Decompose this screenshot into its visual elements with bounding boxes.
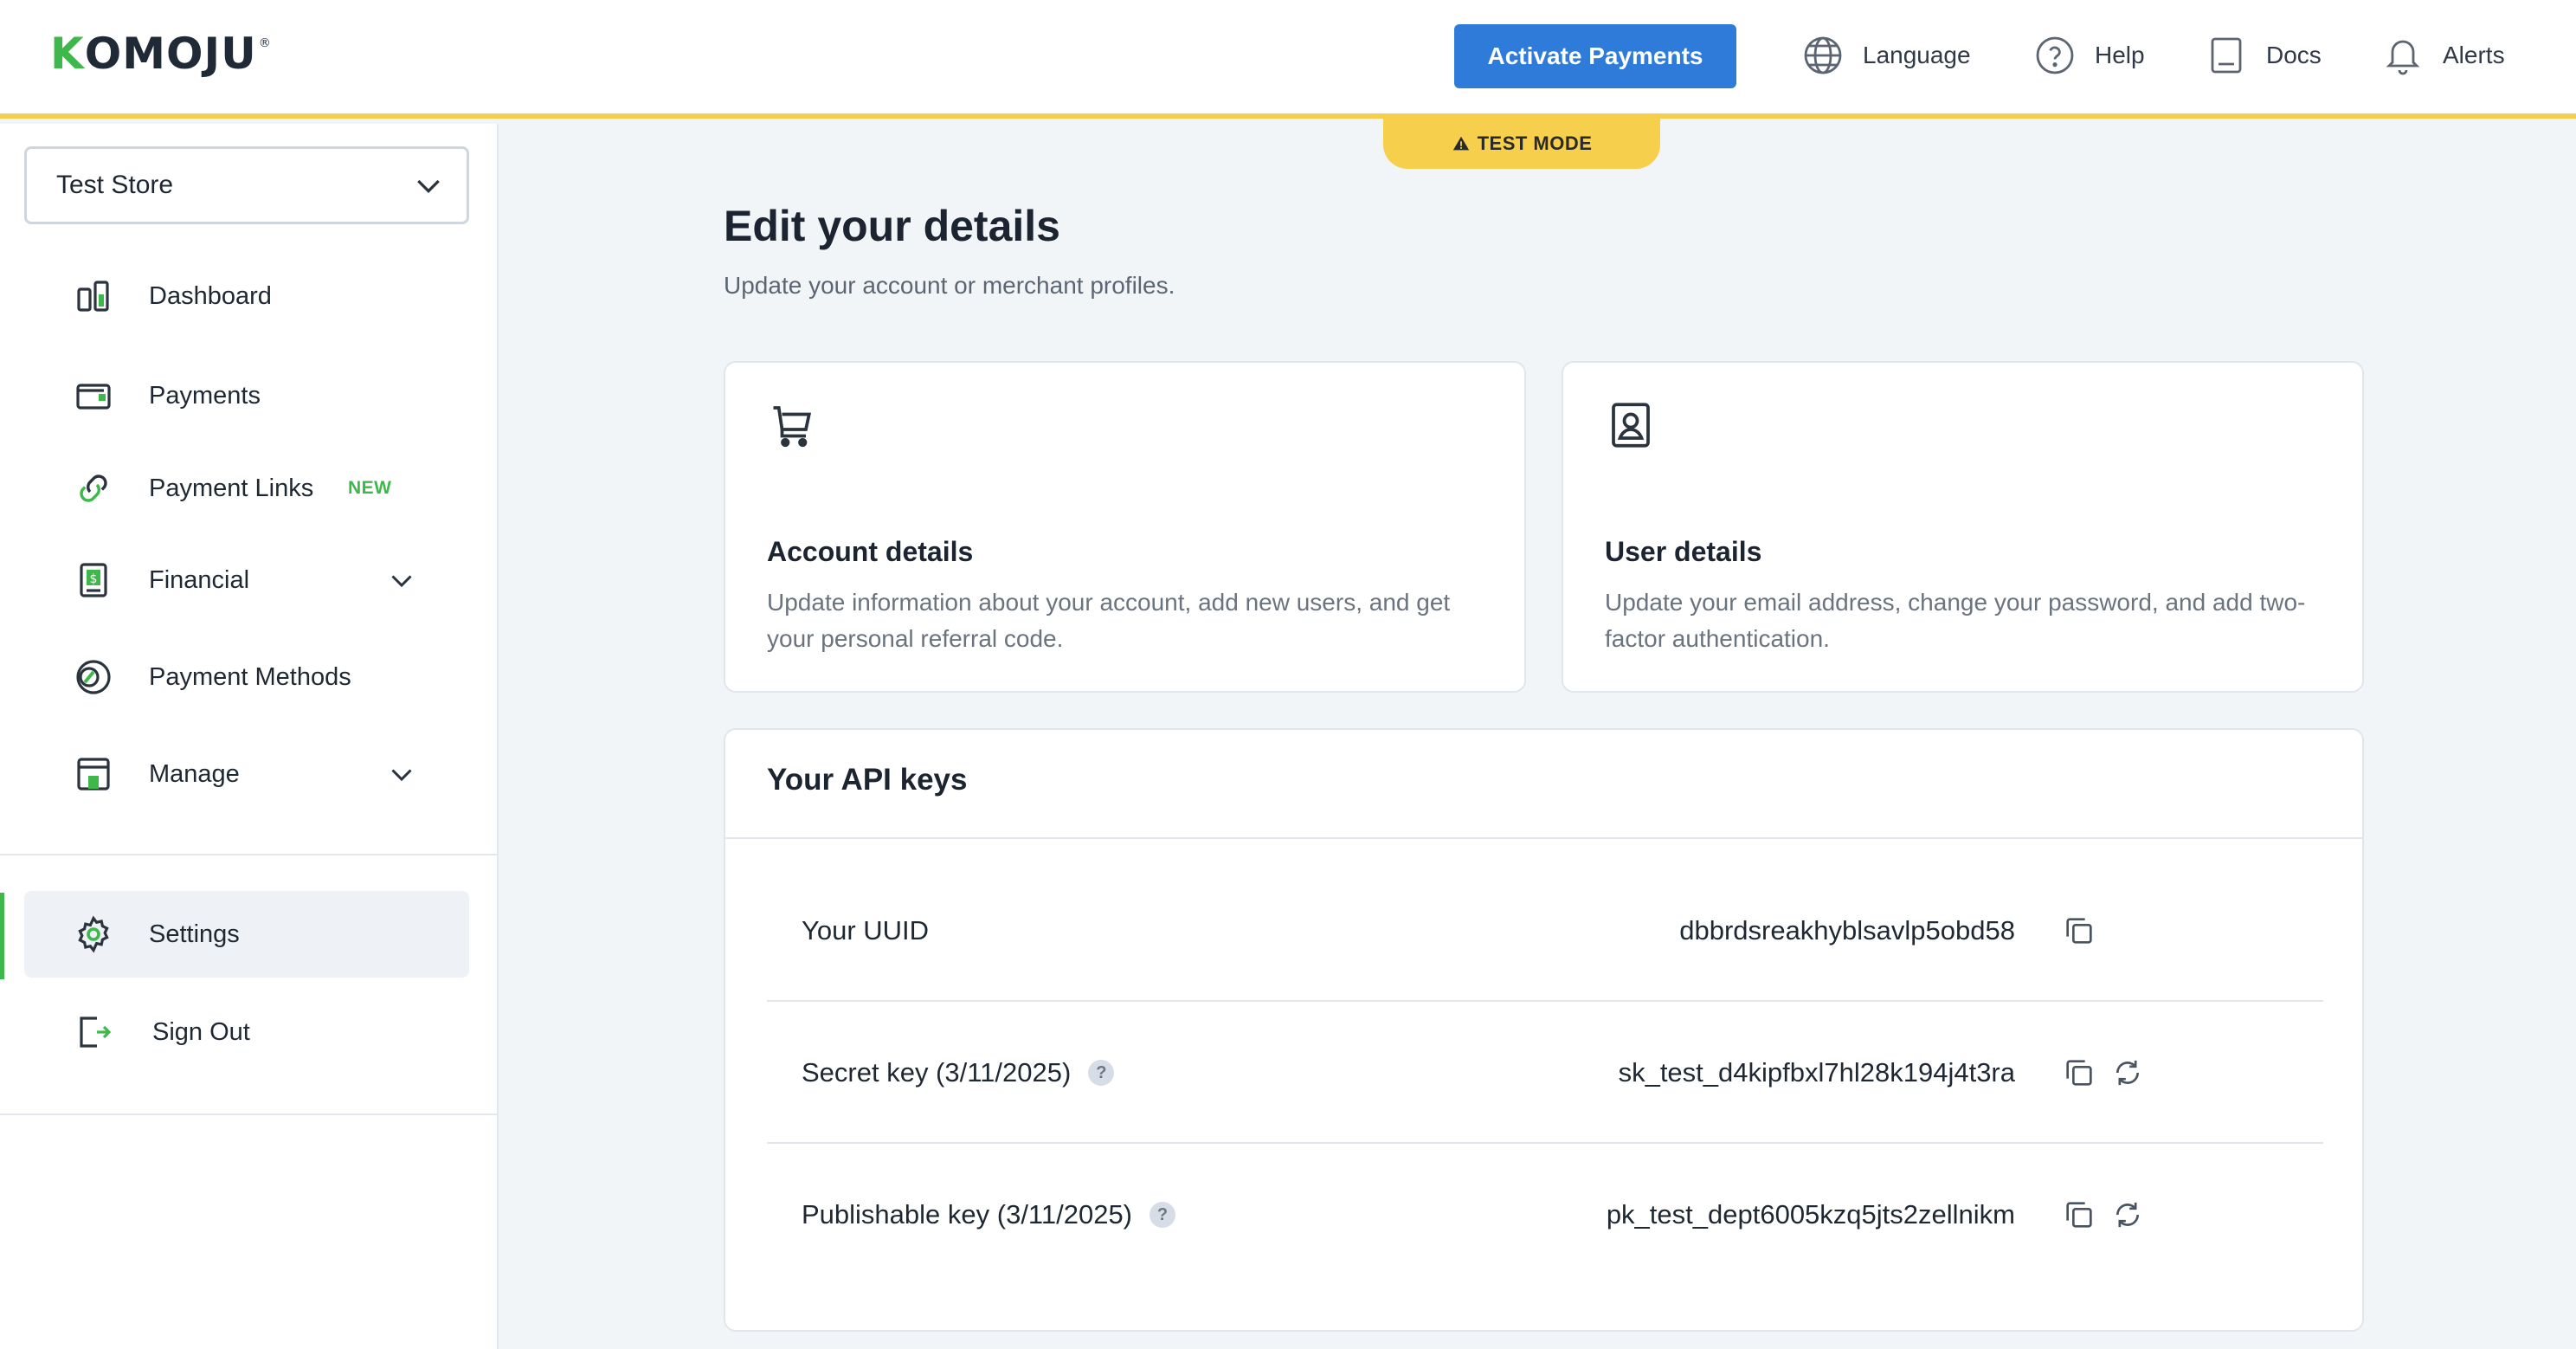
- warning-icon: [1452, 136, 1469, 151]
- document-icon: [2211, 37, 2242, 74]
- api-header-divider: [725, 837, 2362, 839]
- sidebar-item-settings[interactable]: Settings: [24, 891, 469, 978]
- user-badge-icon: [1612, 403, 1650, 448]
- account-details-description: Update information about your account, a…: [767, 589, 1451, 652]
- publishable-key-value: pk_test_dept6005kzq5jts2zellnikm: [1606, 1199, 2015, 1230]
- bell-icon: [2386, 40, 2420, 75]
- sidebar-divider: [0, 1113, 499, 1115]
- api-row-publishable-key: Publishable key (3/11/2025) ? pk_test_de…: [767, 1144, 2323, 1286]
- sidebar-item-manage[interactable]: Manage: [24, 731, 469, 817]
- sidebar-item-label: Manage: [149, 759, 240, 788]
- sidebar: Test Store Dashboard Payments Payment Li…: [0, 124, 499, 1349]
- active-indicator: [0, 893, 4, 979]
- api-row-uuid: Your UUID dbbrdsreakhyblsavlp5obd58: [767, 860, 2323, 1002]
- alerts-label: Alerts: [2443, 42, 2505, 68]
- store-name: Test Store: [56, 171, 174, 199]
- user-details-title: User details: [1605, 536, 1762, 567]
- help-tooltip-icon[interactable]: ?: [1088, 1060, 1115, 1086]
- docs-label: Docs: [2266, 42, 2322, 68]
- account-details-card[interactable]: Account details Update information about…: [724, 361, 1526, 693]
- top-header: K OMOJU ® Activate Payments Language Help …: [0, 0, 2576, 119]
- docs-link[interactable]: Docs: [2206, 29, 2322, 81]
- language-label: Language: [1863, 42, 1971, 68]
- komoju-logo[interactable]: K OMOJU ®: [50, 29, 272, 79]
- copy-icon[interactable]: [2062, 1197, 2096, 1232]
- secret-key-value: sk_test_d4kipfbxl7hl28k194j4t3ra: [1618, 1057, 2015, 1088]
- store-icon: [77, 758, 110, 791]
- test-mode-label: TEST MODE: [1477, 132, 1593, 154]
- sidebar-item-label: Financial: [149, 565, 250, 594]
- payment-methods-icon: [76, 660, 111, 694]
- api-row-label: Secret key (3/11/2025) ?: [802, 1002, 1115, 1144]
- sidebar-item-dashboard[interactable]: Dashboard: [24, 253, 469, 339]
- refresh-icon[interactable]: [2110, 1197, 2145, 1232]
- copy-icon[interactable]: [2062, 1055, 2096, 1090]
- new-badge: NEW: [348, 478, 392, 498]
- dashboard-icon: [77, 281, 109, 312]
- publishable-key-label: Publishable key (3/11/2025): [802, 1199, 1133, 1230]
- gear-icon: [78, 915, 109, 953]
- sidebar-item-label: Dashboard: [149, 281, 272, 310]
- question-circle-icon: [2036, 36, 2074, 74]
- uuid-label: Your UUID: [802, 915, 930, 946]
- refresh-icon[interactable]: [2110, 1055, 2145, 1090]
- globe-icon: [1804, 36, 1842, 74]
- test-mode-badge: TEST MODE: [1383, 119, 1660, 169]
- uuid-value: dbbrdsreakhyblsavlp5obd58: [1679, 915, 2015, 946]
- sidebar-item-label: Sign Out: [152, 1017, 250, 1046]
- chevron-down-icon: [391, 575, 412, 588]
- api-row-label: Your UUID: [802, 860, 929, 1002]
- page-title: Edit your details: [724, 202, 1060, 250]
- chevron-down-icon: [391, 769, 412, 782]
- page-subtitle: Update your account or merchant profiles…: [724, 272, 1175, 299]
- language-menu[interactable]: Language: [1802, 29, 1971, 81]
- alerts-menu[interactable]: Alerts: [2382, 29, 2505, 81]
- sidebar-item-payment-methods[interactable]: Payment Methods: [24, 634, 469, 720]
- chevron-down-icon: [417, 179, 440, 194]
- user-details-card[interactable]: User details Update your email address, …: [1562, 361, 2364, 693]
- sidebar-item-label: Payment Links: [149, 474, 314, 502]
- sidebar-item-payments[interactable]: Payments: [24, 352, 469, 439]
- account-details-title: Account details: [767, 536, 974, 567]
- api-keys-title: Your API keys: [767, 763, 968, 797]
- help-tooltip-icon[interactable]: ?: [1150, 1202, 1176, 1228]
- svg-text:$: $: [90, 572, 98, 586]
- user-details-description: Update your email address, change your p…: [1605, 589, 2306, 652]
- sign-out-icon: [80, 1017, 112, 1048]
- wallet-icon: [76, 384, 111, 410]
- store-selector[interactable]: Test Store: [24, 146, 469, 224]
- sidebar-item-financial[interactable]: $ Financial: [24, 537, 469, 623]
- sidebar-item-label: Payments: [149, 381, 261, 410]
- api-row-label: Publishable key (3/11/2025) ?: [802, 1144, 1176, 1286]
- sidebar-item-payment-links[interactable]: Payment Links NEW: [24, 445, 469, 532]
- help-menu[interactable]: Help: [2034, 29, 2145, 81]
- api-keys-card: Your API keys Your UUID dbbrdsreakhyblsa…: [724, 728, 2364, 1332]
- sidebar-item-label: Settings: [149, 920, 240, 948]
- api-row-secret-key: Secret key (3/11/2025) ? sk_test_d4kipfb…: [767, 1002, 2323, 1144]
- help-label: Help: [2095, 42, 2145, 68]
- sidebar-item-label: Payment Methods: [149, 662, 351, 691]
- financial-icon: $: [80, 563, 107, 597]
- sidebar-divider: [0, 854, 499, 855]
- sidebar-item-sign-out[interactable]: Sign Out: [24, 989, 469, 1075]
- activate-payments-button[interactable]: Activate Payments: [1454, 24, 1736, 88]
- secret-key-label: Secret key (3/11/2025): [802, 1057, 1072, 1088]
- link-icon: [80, 474, 107, 502]
- copy-icon[interactable]: [2062, 913, 2096, 948]
- cart-icon: [773, 406, 812, 448]
